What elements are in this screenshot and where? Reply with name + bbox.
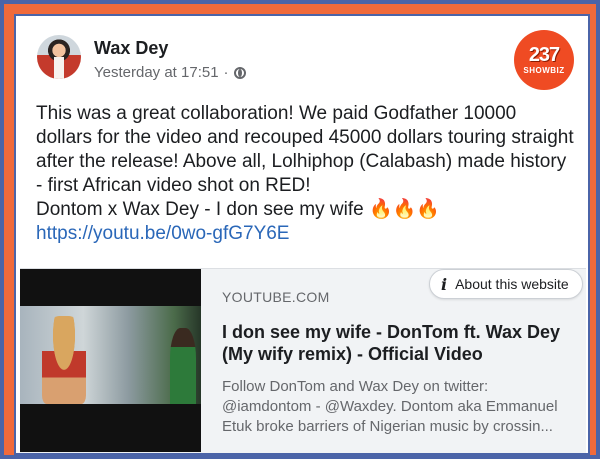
author-name[interactable]: Wax Dey [94,38,168,59]
post-meta: Yesterday at 17:51 · [94,64,246,81]
description-line: Etuk broke barriers of Nigerian music by… [222,418,553,435]
post-song-line: Dontom x Wax Dey - I don see my wife 🔥🔥🔥 [36,199,440,220]
post-paragraph: This was a great collaboration! We paid … [36,103,574,196]
preview-source: YOUTUBE.COM [222,289,330,305]
about-website-button[interactable]: i About this website [429,269,583,299]
about-label: About this website [455,276,569,292]
post-link[interactable]: https://youtu.be/0wo-gfG7Y6E [36,223,290,244]
description-line: @iamdontom - @Waxdey. Dontom aka Emmanue… [222,398,558,415]
avatar[interactable] [37,35,81,79]
preview-description: Follow DonTom and Wax Dey on twitter: @i… [222,377,582,437]
video-thumbnail[interactable] [20,269,201,452]
showbiz-logo: 237 SHOWBIZ [514,30,574,90]
preview-title[interactable]: I don see my wife - DonTom ft. Wax Dey (… [222,321,572,365]
logo-number: 237 [528,44,560,66]
frame: Wax Dey Yesterday at 17:51 · 237 SHOWBIZ… [0,0,600,459]
separator: · [223,64,229,81]
info-icon: i [441,274,448,294]
post-card: Wax Dey Yesterday at 17:51 · 237 SHOWBIZ… [14,14,590,455]
post-text: This was a great collaboration! We paid … [36,102,576,246]
link-preview[interactable]: YOUTUBE.COM i About this website I don s… [20,268,586,453]
logo-text: SHOWBIZ [523,66,565,75]
timestamp[interactable]: Yesterday at 17:51 [94,64,219,81]
description-line: Follow DonTom and Wax Dey on twitter: [222,378,489,395]
globe-icon[interactable] [233,66,246,79]
